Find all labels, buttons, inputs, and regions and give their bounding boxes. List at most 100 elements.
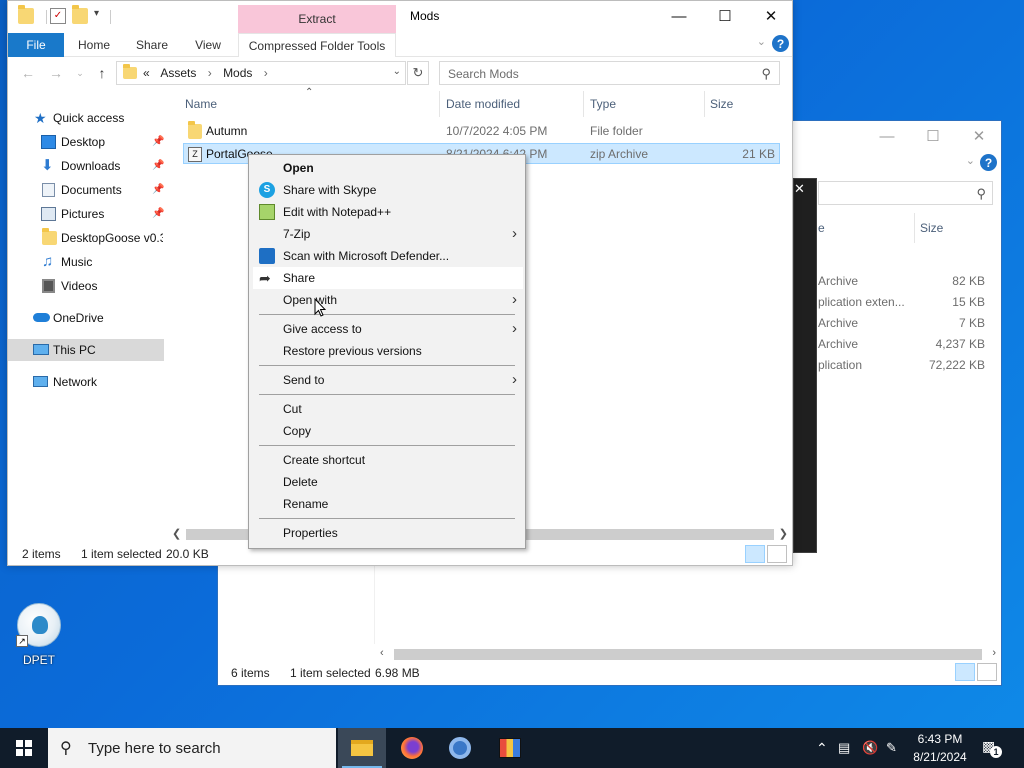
customize-toolbar-icon[interactable]: ▾ (94, 8, 110, 24)
sidebar-item-music[interactable]: ♫ Music (8, 251, 164, 273)
taskbar-firefox[interactable] (388, 728, 436, 768)
menu-item-rename[interactable]: Rename (253, 493, 523, 515)
network-icon[interactable]: ▤ (838, 728, 850, 768)
menu-item-open-with[interactable]: Open with › (253, 289, 523, 311)
input-icon[interactable]: ✎ (886, 728, 897, 768)
taskbar-chrome[interactable] (436, 728, 484, 768)
menu-item-copy[interactable]: Copy (253, 420, 523, 442)
tab-file[interactable]: File (8, 33, 64, 57)
list-item[interactable]: Archive 4,237 KB (818, 334, 993, 355)
menu-item-properties[interactable]: Properties (253, 522, 523, 544)
breadcrumb-assets[interactable]: Assets (160, 66, 196, 80)
mouse-cursor-icon (314, 297, 327, 318)
folder-icon[interactable] (18, 5, 34, 24)
tab-home[interactable]: Home (70, 33, 118, 57)
sidebar-item-network[interactable]: Network (8, 371, 164, 393)
refresh-button[interactable]: ↻ (407, 61, 429, 85)
dark-dialog-edge[interactable]: ✕ (793, 178, 817, 553)
new-folder-icon[interactable] (72, 5, 88, 24)
details-view-button[interactable] (955, 663, 975, 681)
recent-locations-button[interactable]: ⌄ (70, 63, 90, 83)
column-name[interactable]: Name (185, 89, 217, 119)
background-search-input[interactable]: ⚲ (818, 181, 993, 205)
large-icons-view-button[interactable] (767, 545, 787, 563)
show-hidden-icons[interactable]: ⌃ (816, 728, 828, 768)
forward-button[interactable]: → (46, 63, 66, 83)
minimize-button[interactable]: — (864, 121, 910, 151)
help-icon[interactable]: ? (772, 35, 789, 52)
start-button[interactable] (0, 728, 48, 768)
menu-item-open[interactable]: Open (253, 157, 523, 179)
sidebar-item-videos[interactable]: Videos (8, 275, 164, 297)
large-icons-view-button[interactable] (977, 663, 997, 681)
breadcrumb-mods[interactable]: Mods (223, 66, 252, 80)
window-title: Mods (410, 9, 440, 23)
scroll-left-icon[interactable]: ❮ (172, 527, 181, 540)
sidebar-item-this-pc[interactable]: This PC (8, 339, 164, 361)
notification-center-button[interactable]: ▩ 1 (982, 738, 1002, 758)
menu-item-scan-defender[interactable]: Scan with Microsoft Defender... (253, 245, 523, 267)
chevron-down-icon[interactable]: ⌄ (757, 35, 766, 48)
list-item[interactable]: Archive 7 KB (818, 313, 993, 334)
sidebar-item-quick-access[interactable]: ★ Quick access (8, 107, 164, 129)
list-item[interactable]: plication 72,222 KB (818, 355, 993, 376)
menu-item-restore-versions[interactable]: Restore previous versions (253, 340, 523, 362)
taskbar-file-explorer[interactable] (338, 728, 386, 768)
breadcrumb-overflow[interactable]: « (143, 66, 150, 80)
details-view-button[interactable] (745, 545, 765, 563)
list-item[interactable]: Archive 82 KB (818, 271, 993, 292)
address-dropdown-icon[interactable]: ⌄ (393, 66, 401, 77)
sidebar-item-onedrive[interactable]: OneDrive (8, 307, 164, 329)
up-button[interactable]: ↑ (92, 63, 112, 83)
tab-view[interactable]: View (184, 33, 232, 57)
close-button[interactable]: ✕ (956, 121, 1002, 151)
scroll-right-icon[interactable]: ❯ (779, 527, 788, 540)
sidebar-item-desktop[interactable]: Desktop 📌 (8, 131, 164, 153)
properties-icon[interactable]: ✓ (50, 8, 66, 24)
menu-item-share-with-skype[interactable]: S Share with Skype (253, 179, 523, 201)
close-icon[interactable]: ✕ (794, 181, 806, 197)
menu-item-7zip[interactable]: 7-Zip › (253, 223, 523, 245)
maximize-button[interactable]: ☐ (702, 1, 748, 31)
column-date-modified[interactable]: Date modified (446, 89, 520, 119)
desktop-shortcut-dpet[interactable]: ↗ DPET (10, 603, 68, 671)
address-bar[interactable]: « Assets › Mods › ⌄ (116, 61, 406, 85)
horizontal-scrollbar[interactable]: ‹ › (378, 647, 998, 661)
tab-compressed-folder-tools[interactable]: Compressed Folder Tools (238, 33, 396, 57)
taskbar-search-box[interactable]: ⚲ Type here to search (48, 728, 336, 768)
minimize-button[interactable]: — (656, 1, 702, 31)
sidebar-item-documents[interactable]: Documents 📌 (8, 179, 164, 201)
sidebar-item-pictures[interactable]: Pictures 📌 (8, 203, 164, 225)
folder-icon (188, 121, 202, 139)
close-button[interactable]: ✕ (748, 1, 794, 31)
menu-item-edit-with-notepad[interactable]: Edit with Notepad++ (253, 201, 523, 223)
sidebar-item-desktopgoose[interactable]: DesktopGoose v0.3 (8, 227, 164, 249)
back-button[interactable]: ← (18, 63, 38, 83)
sidebar-item-downloads[interactable]: ⬇ Downloads 📌 (8, 155, 164, 177)
menu-item-create-shortcut[interactable]: Create shortcut (253, 449, 523, 471)
menu-item-share[interactable]: ➦ Share (253, 267, 523, 289)
list-item[interactable]: plication exten... 15 KB (818, 292, 993, 313)
tab-share[interactable]: Share (128, 33, 176, 57)
column-type-fragment[interactable]: e (818, 221, 825, 235)
shortcut-arrow-icon: ↗ (16, 635, 28, 647)
column-size[interactable]: Size (710, 89, 733, 119)
clock[interactable]: 6:43 PM 8/21/2024 (905, 730, 975, 766)
column-type[interactable]: Type (590, 89, 616, 119)
column-size[interactable]: Size (920, 221, 943, 235)
chevron-down-icon[interactable]: ⌄ (966, 154, 975, 167)
menu-item-give-access[interactable]: Give access to › (253, 318, 523, 340)
music-icon: ♫ (42, 253, 54, 270)
extract-context-tab[interactable]: Extract (238, 5, 396, 33)
volume-muted-icon[interactable]: 🔇 (862, 728, 878, 768)
navigation-bar: ← → ⌄ ↑ « Assets › Mods › ⌄ ↻ Search Mod… (8, 59, 792, 87)
menu-item-send-to[interactable]: Send to › (253, 369, 523, 391)
maximize-button[interactable]: ☐ (910, 121, 956, 151)
search-input[interactable]: Search Mods ⚲ (439, 61, 780, 85)
table-row[interactable]: Autumn 10/7/2022 4:05 PM File folder (183, 121, 780, 142)
folder-icon (123, 64, 137, 79)
help-icon[interactable]: ? (980, 154, 997, 171)
taskbar-app[interactable] (486, 728, 534, 768)
menu-item-cut[interactable]: Cut (253, 398, 523, 420)
menu-item-delete[interactable]: Delete (253, 471, 523, 493)
